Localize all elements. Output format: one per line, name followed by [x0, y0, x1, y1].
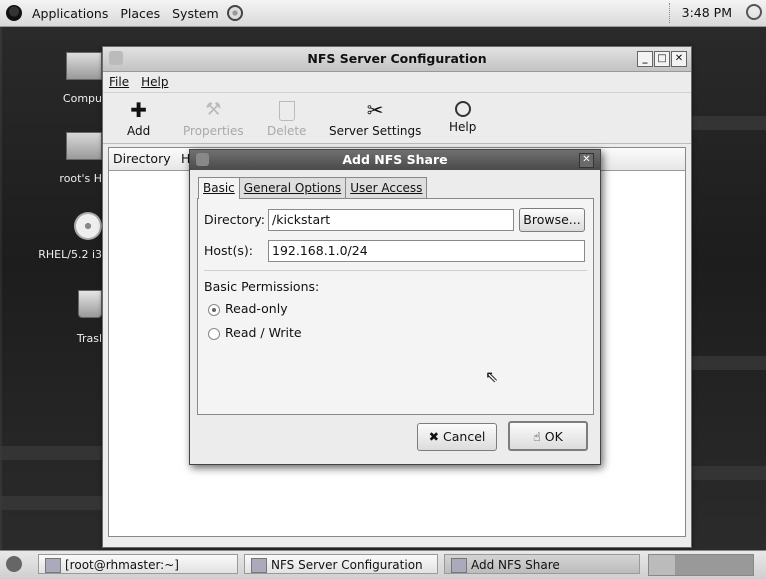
- top-panel: Applications Places System 3:48 PM: [0, 0, 766, 27]
- menu-applications[interactable]: Applications: [26, 6, 114, 21]
- clock[interactable]: 3:48 PM: [682, 5, 732, 20]
- nfs-app-icon: [451, 558, 467, 573]
- add-label: Add: [127, 124, 151, 138]
- dvd-icon: [74, 212, 102, 240]
- bottom-panel: [root@rhmaster:~] NFS Server Configurati…: [0, 550, 766, 579]
- taskbar-item-label: Add NFS Share: [471, 558, 560, 572]
- terminal-icon: [45, 558, 61, 573]
- dialog-titlebar[interactable]: Add NFS Share ✕: [190, 150, 600, 170]
- cancel-icon: ✖: [428, 429, 440, 444]
- server-settings-button[interactable]: ✂ Server Settings: [329, 99, 421, 138]
- browse-button[interactable]: Browse...: [519, 208, 585, 232]
- window-title: NFS Server Configuration: [307, 51, 487, 66]
- delete-button[interactable]: Delete: [267, 99, 306, 138]
- tab-basic[interactable]: Basic: [198, 177, 240, 199]
- hosts-label: Host(s):: [204, 243, 253, 258]
- trash-icon: [78, 290, 102, 318]
- volume-icon[interactable]: [746, 4, 762, 20]
- properties-label: Properties: [183, 124, 244, 138]
- taskbar-item-nfs[interactable]: NFS Server Configuration: [244, 554, 438, 574]
- ok-icon: ☝: [533, 429, 541, 444]
- taskbar-item-label: [root@rhmaster:~]: [65, 558, 179, 572]
- column-directory[interactable]: Directory: [113, 151, 171, 166]
- nfs-app-icon: [251, 558, 267, 573]
- mouse-cursor-icon: ⇖: [485, 367, 499, 386]
- ok-button[interactable]: ☝ OK: [508, 421, 588, 451]
- tab-general-options[interactable]: General Options: [238, 177, 347, 199]
- tab-bar: Basic General Options User Access: [198, 177, 428, 199]
- dialog-title: Add NFS Share: [342, 152, 448, 167]
- delete-icon: [278, 101, 295, 121]
- desktop-icon-label: RHEL/5.2 i3: [38, 248, 102, 261]
- home-folder-icon: [66, 132, 102, 160]
- add-nfs-share-dialog: Add NFS Share ✕ Basic General Options Us…: [189, 149, 601, 465]
- desktop-icon-label: Trasl: [76, 332, 102, 345]
- server-settings-icon: ✂: [366, 98, 384, 122]
- basic-tab-panel: Directory: /kickstart Browse... Host(s):…: [197, 198, 594, 415]
- read-only-radio[interactable]: [208, 304, 220, 316]
- permissions-heading: Basic Permissions:: [204, 279, 320, 294]
- menu-places[interactable]: Places: [114, 6, 166, 21]
- desktop-icon-computer[interactable]: Compu: [40, 52, 102, 105]
- menubar: File Help: [103, 72, 691, 93]
- maximize-button[interactable]: □: [654, 51, 670, 67]
- read-write-label[interactable]: Read / Write: [225, 325, 302, 340]
- help-button[interactable]: Help: [449, 99, 476, 134]
- ok-label: OK: [544, 429, 563, 444]
- directory-input[interactable]: /kickstart: [268, 209, 514, 231]
- toolbar: ✚ Add ⚒ Properties Delete ✂ Server Setti…: [103, 93, 691, 144]
- menu-system[interactable]: System: [166, 6, 225, 21]
- workspace-switcher[interactable]: [648, 554, 754, 576]
- add-icon: ✚: [130, 98, 147, 122]
- read-only-label[interactable]: Read-only: [225, 301, 288, 316]
- panel-separator: [669, 3, 670, 23]
- menu-file[interactable]: File: [109, 75, 129, 89]
- directory-label: Directory:: [204, 212, 265, 227]
- desktop-icon-trash[interactable]: Trasl: [40, 290, 102, 345]
- browser-launcher-icon[interactable]: [226, 5, 243, 21]
- cancel-label: Cancel: [443, 429, 486, 444]
- close-button[interactable]: ✕: [671, 51, 687, 67]
- desktop-icon-label: root's H: [59, 172, 102, 185]
- desktop-icon-dvd[interactable]: RHEL/5.2 i3: [22, 212, 102, 261]
- window-titlebar[interactable]: NFS Server Configuration _ □ ✕: [103, 47, 691, 72]
- divider: [204, 270, 587, 271]
- properties-button[interactable]: ⚒ Properties: [183, 99, 244, 138]
- applications-icon[interactable]: [6, 5, 22, 21]
- tab-user-access[interactable]: User Access: [345, 177, 428, 199]
- hosts-input[interactable]: 192.168.1.0/24: [268, 240, 585, 262]
- desktop-icon-label: Compu: [62, 92, 102, 105]
- dialog-close-button[interactable]: ✕: [579, 153, 594, 168]
- taskbar-item-label: NFS Server Configuration: [271, 558, 423, 572]
- window-app-icon: [109, 51, 123, 65]
- add-button[interactable]: ✚ Add: [127, 99, 150, 138]
- server-settings-label: Server Settings: [329, 124, 422, 138]
- cancel-button[interactable]: ✖ Cancel: [417, 423, 497, 451]
- help-icon: [454, 101, 471, 117]
- show-desktop-icon[interactable]: [6, 556, 22, 572]
- taskbar-item-add-nfs-share[interactable]: Add NFS Share: [444, 554, 640, 574]
- menu-help[interactable]: Help: [141, 75, 168, 89]
- delete-label: Delete: [267, 124, 307, 138]
- computer-icon: [66, 52, 102, 80]
- desktop-icon-home[interactable]: root's H: [30, 132, 102, 185]
- wrench-icon: ⚒: [205, 99, 222, 120]
- taskbar-item-terminal[interactable]: [root@rhmaster:~]: [38, 554, 238, 574]
- read-write-radio[interactable]: [208, 328, 220, 340]
- help-label: Help: [449, 120, 477, 134]
- dialog-app-icon: [196, 153, 209, 166]
- minimize-button[interactable]: _: [637, 51, 653, 67]
